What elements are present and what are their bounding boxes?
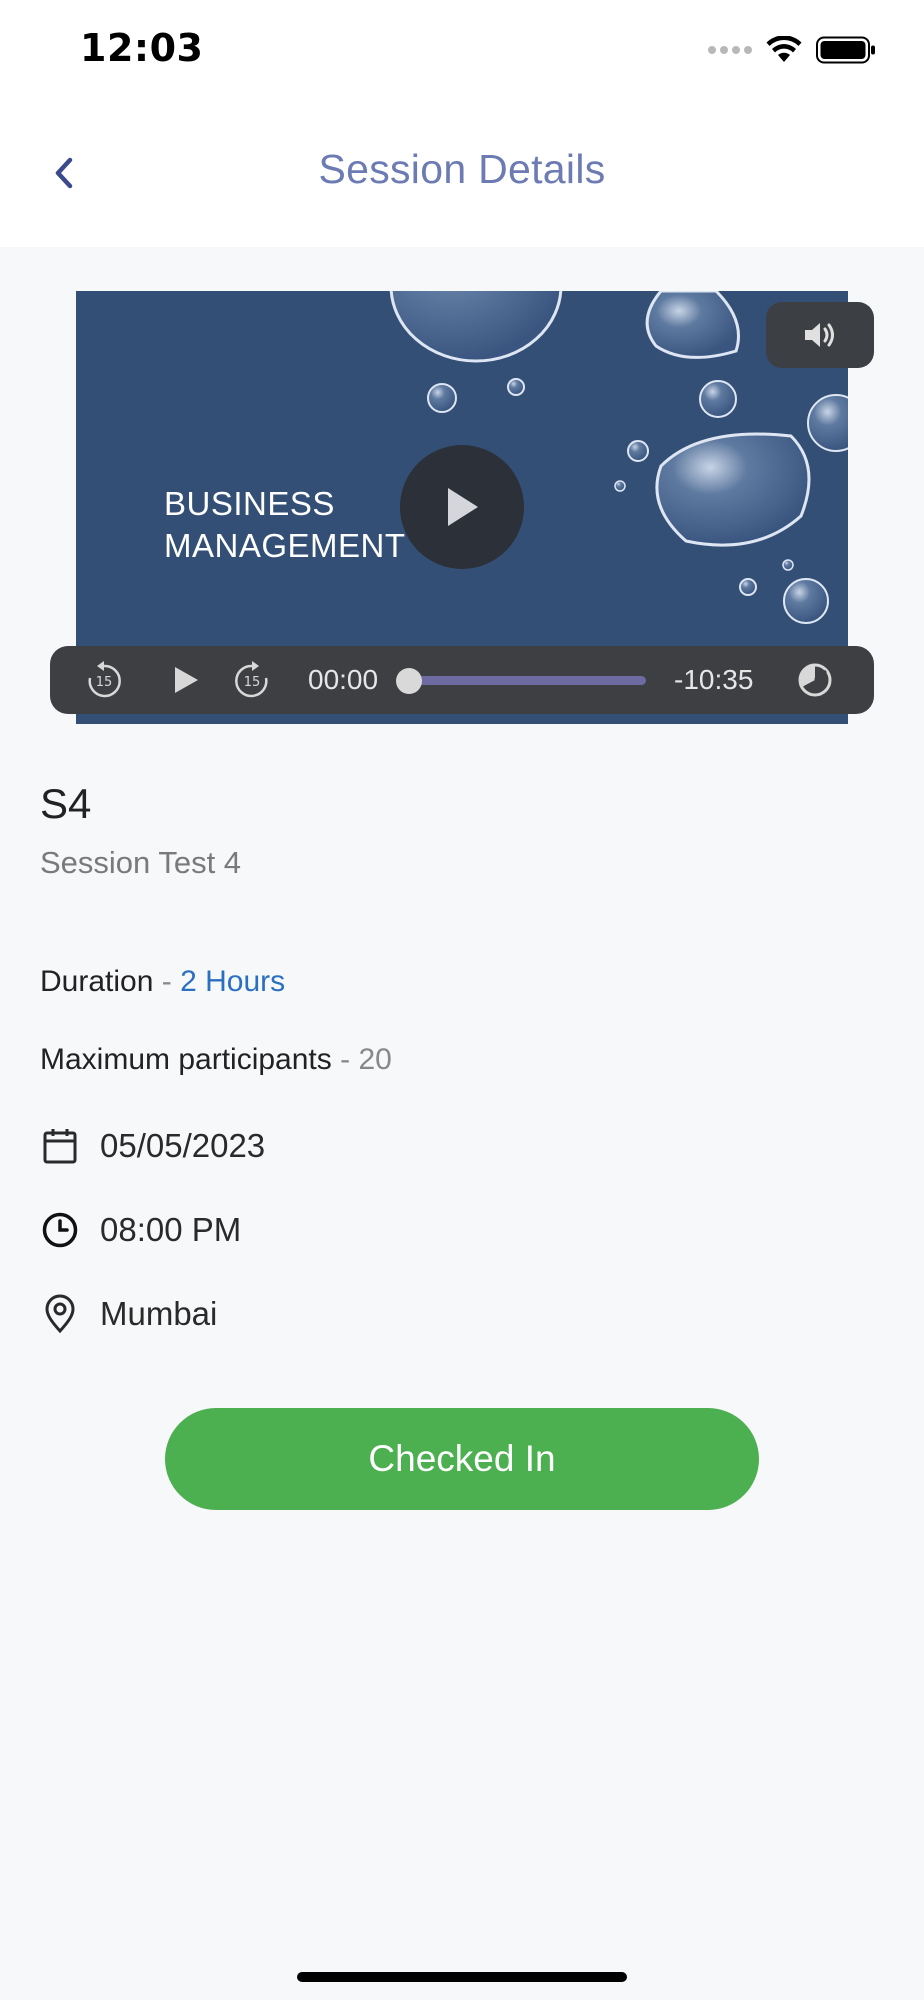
remaining-time: -10:35: [674, 664, 754, 695]
svg-text:15: 15: [244, 675, 261, 690]
play-overlay-button[interactable]: [400, 445, 524, 569]
status-time: 12:03: [80, 26, 204, 70]
participants-label: Maximum participants: [40, 1043, 332, 1076]
rewind-15-icon: 15: [88, 661, 121, 698]
wifi-icon: [766, 36, 802, 62]
participants-row: Maximum participants - 20: [40, 1043, 392, 1077]
participants-separator: -: [331, 1043, 359, 1076]
play-icon: [448, 488, 478, 526]
session-date: 05/05/2023: [100, 1127, 266, 1164]
duration-separator: -: [153, 965, 181, 998]
duration-label: Duration: [40, 965, 154, 998]
status-icons: [708, 34, 876, 66]
play-icon: [175, 667, 198, 693]
video-controls: 15 15 00:00 -10:35: [50, 646, 874, 714]
video-caption: BUSINESS MANAGEMENT: [164, 483, 406, 567]
volume-button[interactable]: [766, 302, 874, 368]
session-name: Session Test 4: [40, 845, 242, 880]
duration-value: 2 Hours: [180, 965, 286, 998]
page-title: Session Details: [318, 146, 606, 192]
location-pin-icon: [45, 1294, 75, 1334]
time-row: 08:00 PM: [40, 1205, 241, 1255]
checked-in-button[interactable]: Checked In: [165, 1408, 759, 1510]
navigation-bar: Session Details: [0, 100, 924, 247]
elapsed-time: 00:00: [308, 664, 379, 695]
video-caption-line2: MANAGEMENT: [164, 527, 406, 564]
cellular-signal-icon: [708, 46, 752, 54]
location-row: Mumbai: [40, 1289, 217, 1339]
session-code: S4: [40, 780, 92, 827]
progress-track[interactable]: [408, 676, 646, 685]
rewind-15-button[interactable]: 15: [80, 646, 128, 714]
battery-icon: [816, 36, 875, 64]
forward-15-button[interactable]: 15: [228, 646, 276, 714]
video-caption-line1: BUSINESS: [164, 485, 335, 522]
participants-value: 20: [358, 1043, 392, 1076]
forward-15-icon: 15: [235, 661, 268, 698]
session-location: Mumbai: [100, 1295, 218, 1332]
svg-text:15: 15: [96, 675, 113, 690]
playback-speed-button[interactable]: [790, 646, 840, 714]
playback-speed-icon: [798, 663, 832, 697]
progress-thumb[interactable]: [396, 668, 422, 694]
session-time: 08:00 PM: [100, 1211, 242, 1248]
date-row: 05/05/2023: [40, 1121, 265, 1171]
home-indicator: [297, 1972, 627, 1982]
play-button[interactable]: [164, 646, 208, 714]
status-bar: 12:03: [0, 0, 924, 100]
calendar-icon: [43, 1129, 77, 1164]
duration-row: Duration - 2 Hours: [40, 965, 285, 999]
speaker-icon: [805, 323, 834, 347]
clock-icon: [42, 1212, 78, 1248]
